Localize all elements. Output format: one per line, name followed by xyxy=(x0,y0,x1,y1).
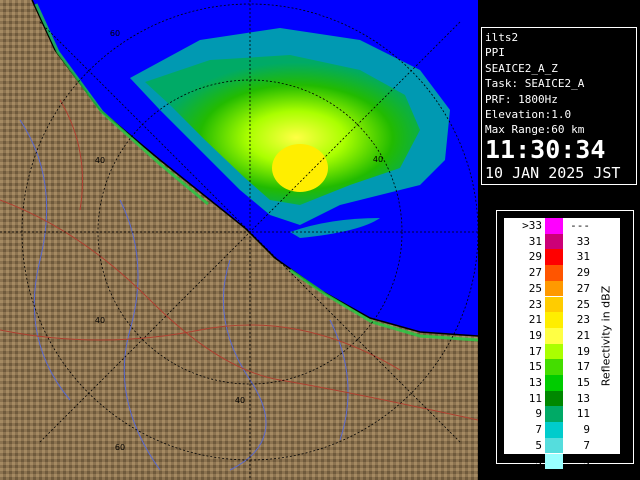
legend-low-value: 29 xyxy=(528,250,542,264)
legend-low-value: 7 xyxy=(535,423,542,437)
legend-high-value: 17 xyxy=(576,360,590,374)
reflectivity-legend: >33 --- 31 33 29 31 27 29 25 27 23 25 21 23 19 21 17 19 15… xyxy=(496,210,634,470)
legend-low-value: 17 xyxy=(528,344,542,358)
radar-ppi-map: 60 40 40 40 40 60 xyxy=(0,0,478,480)
legend-swatch xyxy=(545,422,563,438)
legend-body: >33 --- 31 33 29 31 27 29 25 27 23 25 21 23 19 21 17 19 15… xyxy=(503,217,621,470)
legend-high-value: 19 xyxy=(576,344,590,358)
legend-swatch xyxy=(545,343,563,360)
legend-high-value: 33 xyxy=(576,234,590,248)
legend-swatch xyxy=(545,296,563,313)
site-name: ilts2 xyxy=(485,31,519,44)
legend-swatch xyxy=(545,312,563,328)
legend-low-value: 13 xyxy=(528,376,542,389)
legend-high-value: 7 xyxy=(583,438,590,452)
legend-row: 57 xyxy=(504,437,590,454)
range-label: 60 xyxy=(110,29,120,38)
legend-row: 29 31 xyxy=(504,249,590,266)
legend-high-value: 5 xyxy=(583,454,590,468)
legend-row: 79 xyxy=(504,422,590,438)
legend-swatch xyxy=(545,327,563,344)
legend-low-value: 11 xyxy=(528,391,542,405)
legend-high-value: 11 xyxy=(576,407,590,421)
legend-high-value: 9 xyxy=(583,423,590,437)
legend-swatch xyxy=(545,453,563,470)
range-label: 40 xyxy=(95,156,105,165)
legend-swatch xyxy=(545,437,563,454)
range-label: 40 xyxy=(95,316,105,325)
scan-info-panel: ilts2 PPI SEAICE2_A_Z Task: SEAICE2_A PR… xyxy=(481,27,637,185)
legend-swatch xyxy=(545,390,563,407)
legend-swatch xyxy=(545,265,563,281)
legend-row: 27 29 xyxy=(504,265,590,281)
scan-date: 10 JAN 2025 JST xyxy=(485,163,621,182)
legend-high-value: 31 xyxy=(576,250,590,264)
legend-row: 35 xyxy=(504,453,590,470)
legend-swatch xyxy=(545,249,563,266)
legend-title: Reflectivity in dBZ xyxy=(599,285,613,387)
legend-low-value: 21 xyxy=(528,313,542,327)
legend-high-value: --- xyxy=(570,219,590,232)
product-id: SEAICE2_A_Z xyxy=(485,61,558,75)
legend-row: 19 21 xyxy=(504,327,590,344)
legend-row: 23 25 xyxy=(504,296,590,313)
legend-row: 13 15 xyxy=(504,375,590,391)
legend-row: 11 13 xyxy=(504,390,590,407)
legend-row: 15 17 xyxy=(504,359,590,375)
legend-high-value: 13 xyxy=(576,391,590,405)
legend-high-value: 25 xyxy=(576,297,590,311)
legend-high-value: 21 xyxy=(576,328,590,342)
legend-swatch xyxy=(545,233,563,250)
scan-time: 11:30:34 xyxy=(485,134,606,164)
legend-low-value: 27 xyxy=(528,266,542,280)
range-label: 60 xyxy=(115,443,125,452)
legend-high-value: 27 xyxy=(576,281,590,295)
legend-low-value: 31 xyxy=(528,234,542,248)
legend-low-value: 25 xyxy=(528,281,542,295)
elevation-value: Elevation:1.0 xyxy=(485,108,572,122)
legend-swatch xyxy=(545,375,563,391)
legend-low-value: >33 xyxy=(522,219,542,232)
legend-row: 17 19 xyxy=(504,343,590,360)
legend-swatch xyxy=(545,359,563,375)
legend-low-value: 23 xyxy=(528,297,542,311)
legend-row: 25 27 xyxy=(504,280,590,297)
legend-row: 9 11 xyxy=(504,406,590,423)
range-label: 40 xyxy=(235,396,245,405)
legend-high-value: 29 xyxy=(576,266,590,280)
legend-row: 21 23 xyxy=(504,312,590,328)
legend-low-value: 5 xyxy=(535,438,542,452)
legend-swatch xyxy=(545,218,563,234)
legend-high-value: 23 xyxy=(576,313,590,327)
task-name: Task: SEAICE2_A xyxy=(485,77,585,91)
product-type: PPI xyxy=(485,46,505,60)
legend-low-value: 9 xyxy=(535,407,542,421)
legend-high-value: 15 xyxy=(576,376,590,389)
legend-low-value: 15 xyxy=(528,360,542,374)
legend-low-value: 3 xyxy=(535,454,542,468)
legend-swatch xyxy=(545,280,563,297)
prf-value: PRF: 1800Hz xyxy=(485,92,558,106)
legend-row: 31 33 xyxy=(504,233,590,250)
legend-row: >33 --- xyxy=(504,218,590,234)
range-label: 40 xyxy=(373,155,383,164)
legend-swatch xyxy=(545,406,563,423)
legend-low-value: 19 xyxy=(528,328,542,342)
